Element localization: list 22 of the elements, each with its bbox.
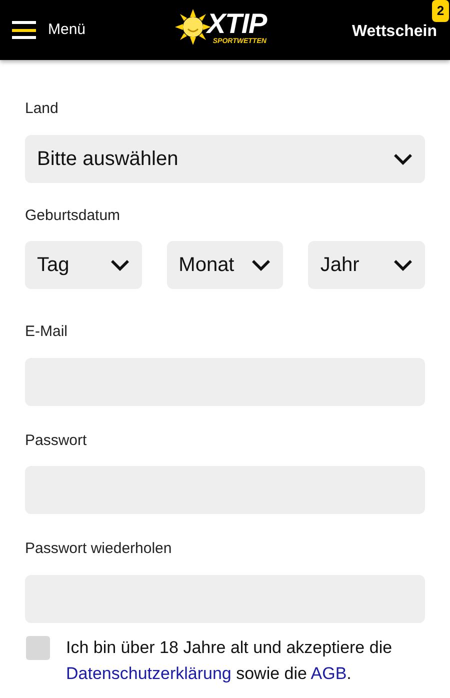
- field-label: Passwort wiederholen: [25, 539, 173, 559]
- link[interactable]: AGB: [310, 664, 347, 682]
- logo-wordmark: XTIP: [207, 10, 266, 38]
- chevron-down-icon: [110, 259, 130, 271]
- link[interactable]: Datenschutzerklärung: [66, 664, 232, 682]
- field-label: E-Mail: [25, 322, 69, 342]
- country-select[interactable]: Bitte auswählen: [25, 134, 425, 182]
- betslip-count-badge: 2: [432, 0, 449, 22]
- date-select[interactable]: Jahr: [308, 241, 425, 289]
- menu-icon: [12, 20, 36, 40]
- field-label: Land: [25, 99, 60, 119]
- checkbox[interactable]: [26, 636, 50, 660]
- menu-button[interactable]: Menü: [12, 18, 86, 42]
- chevron-down-icon: [251, 259, 272, 271]
- consent-text: Ich bin über 18 Jahre alt und akzeptiere die Datenschutzerklärung sowie die AGB.: [66, 636, 394, 684]
- date-select[interactable]: Monat: [166, 241, 284, 289]
- chevron-down-icon: [392, 259, 413, 271]
- field-label: Geburtsdatum: [25, 206, 122, 226]
- field-label: Passwort: [25, 430, 88, 450]
- date-select[interactable]: Tag: [25, 241, 142, 289]
- betslip-button[interactable]: Wettschein: [352, 20, 437, 44]
- chevron-down-icon: [393, 152, 413, 164]
